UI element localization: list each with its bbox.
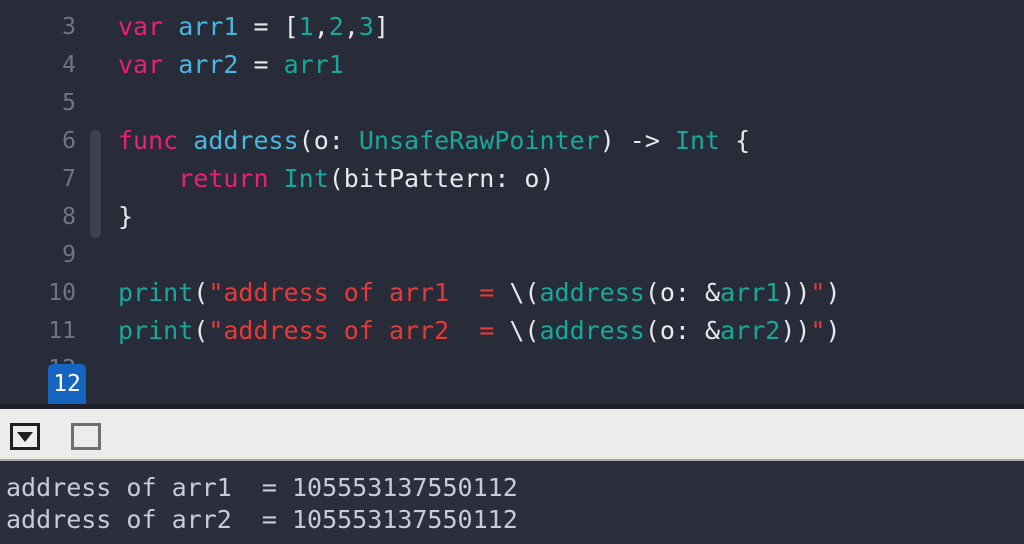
code-line[interactable]: 4 var arr2 = arr1 (0, 46, 1024, 84)
code-line[interactable]: 8} (0, 198, 1024, 236)
code-token: address (193, 126, 299, 155)
code-line[interactable]: 10 print("address of arr1 = \(address(o: … (0, 274, 1024, 312)
line-number: 8 (62, 204, 76, 230)
code-token: var (118, 12, 164, 41)
code-token: (o: & (644, 278, 721, 307)
code-token: print (118, 316, 194, 345)
code-line[interactable]: 2 (0, 0, 1024, 8)
code-line[interactable]: 6 func address(o: UnsafeRawPointer) -> In… (0, 122, 1024, 160)
code-token: ] (373, 12, 390, 41)
active-line-badge: 12 (48, 364, 86, 404)
code-token: UnsafeRawPointer (358, 126, 600, 155)
code-token: 1 (298, 12, 314, 41)
code-token: = (238, 50, 284, 79)
code-token: (o: (298, 126, 359, 155)
code-text: print("address of arr2 = \(address(o: &a… (118, 312, 841, 350)
line-number: 2 (0, 0, 76, 8)
console-lines-container: address of arr1 = 105553137550112 address… (0, 461, 1024, 536)
line-number: 10 (48, 280, 76, 306)
code-token: "address of arr2 = (208, 316, 510, 345)
console-line: address of arr2 = 105553137550112 (6, 505, 518, 534)
active-line-number: 12 (53, 371, 81, 397)
line-number: 7 (62, 166, 76, 192)
code-token: " (810, 278, 826, 307)
code-token: , (313, 12, 329, 41)
code-line[interactable]: 5 (0, 84, 1024, 122)
code-fold-indicator[interactable] (90, 130, 101, 238)
console-line: address of arr1 = 105553137550112 (6, 473, 518, 502)
code-token: "address of arr1 = (208, 278, 510, 307)
line-number: 4 (62, 52, 76, 78)
code-text: var arr1 = [1,2,3] (118, 8, 389, 46)
code-token: func (118, 126, 179, 155)
code-token: 3 (358, 12, 374, 41)
code-token: ( (193, 278, 209, 307)
code-token: arr1 (283, 50, 344, 79)
code-token: ( (193, 316, 209, 345)
code-line[interactable]: 12 (0, 350, 1024, 388)
code-editor-window: 23var arr1 = [1,2,3]4var arr2 = arr156fu… (0, 0, 1024, 544)
code-token: print (118, 278, 194, 307)
code-token: arr1 (178, 12, 239, 41)
code-token: \( (509, 316, 540, 345)
code-token: 2 (328, 12, 344, 41)
code-token: , (343, 12, 359, 41)
line-number: 5 (62, 90, 76, 116)
code-token: var (118, 50, 164, 79)
code-token: return (178, 164, 269, 193)
line-number: 9 (62, 242, 76, 268)
code-text: return Int(bitPattern: o) (118, 160, 555, 198)
code-token: address (539, 316, 645, 345)
code-line[interactable]: 7 return Int(bitPattern: o) (0, 160, 1024, 198)
code-text: func address(o: UnsafeRawPointer) -> Int… (118, 122, 750, 160)
code-token: arr2 (178, 50, 239, 79)
code-token: address (539, 278, 645, 307)
editor-pane[interactable]: 23var arr1 = [1,2,3]4var arr2 = arr156fu… (0, 0, 1024, 404)
code-token: } (118, 202, 134, 231)
code-token: Int (283, 164, 329, 193)
code-token: arr1 (720, 278, 781, 307)
code-line[interactable]: 3 var arr1 = [1,2,3] (0, 8, 1024, 46)
console-output-pane[interactable]: address of arr1 = 105553137550112 address… (0, 461, 1024, 544)
triangle-down-icon (17, 431, 33, 442)
code-line[interactable]: 9 (0, 236, 1024, 274)
code-line[interactable]: 11 print("address of arr2 = \(address(o: … (0, 312, 1024, 350)
code-token: )) (780, 278, 811, 307)
code-token: (o: & (644, 316, 721, 345)
code-text: } (118, 198, 133, 236)
code-token: \( (509, 278, 540, 307)
code-token: " (810, 316, 826, 345)
code-token: ) (825, 278, 841, 307)
line-number: 11 (48, 318, 76, 344)
code-token: Int (674, 126, 721, 155)
line-number: 6 (62, 128, 76, 154)
code-token: (bitPattern: o) (328, 164, 555, 193)
console-toolbar (0, 409, 1024, 461)
code-token: ) -> (599, 126, 675, 155)
dropdown-button[interactable] (10, 423, 40, 450)
code-text: print("address of arr1 = \(address(o: &a… (118, 274, 841, 312)
code-token: arr2 (720, 316, 781, 345)
line-number: 3 (62, 14, 76, 40)
code-token: )) (780, 316, 811, 345)
code-text: var arr2 = arr1 (118, 46, 344, 84)
stop-button[interactable] (71, 423, 101, 450)
code-token: { (720, 126, 751, 155)
code-token: ) (825, 316, 841, 345)
code-token: = [ (238, 12, 299, 41)
